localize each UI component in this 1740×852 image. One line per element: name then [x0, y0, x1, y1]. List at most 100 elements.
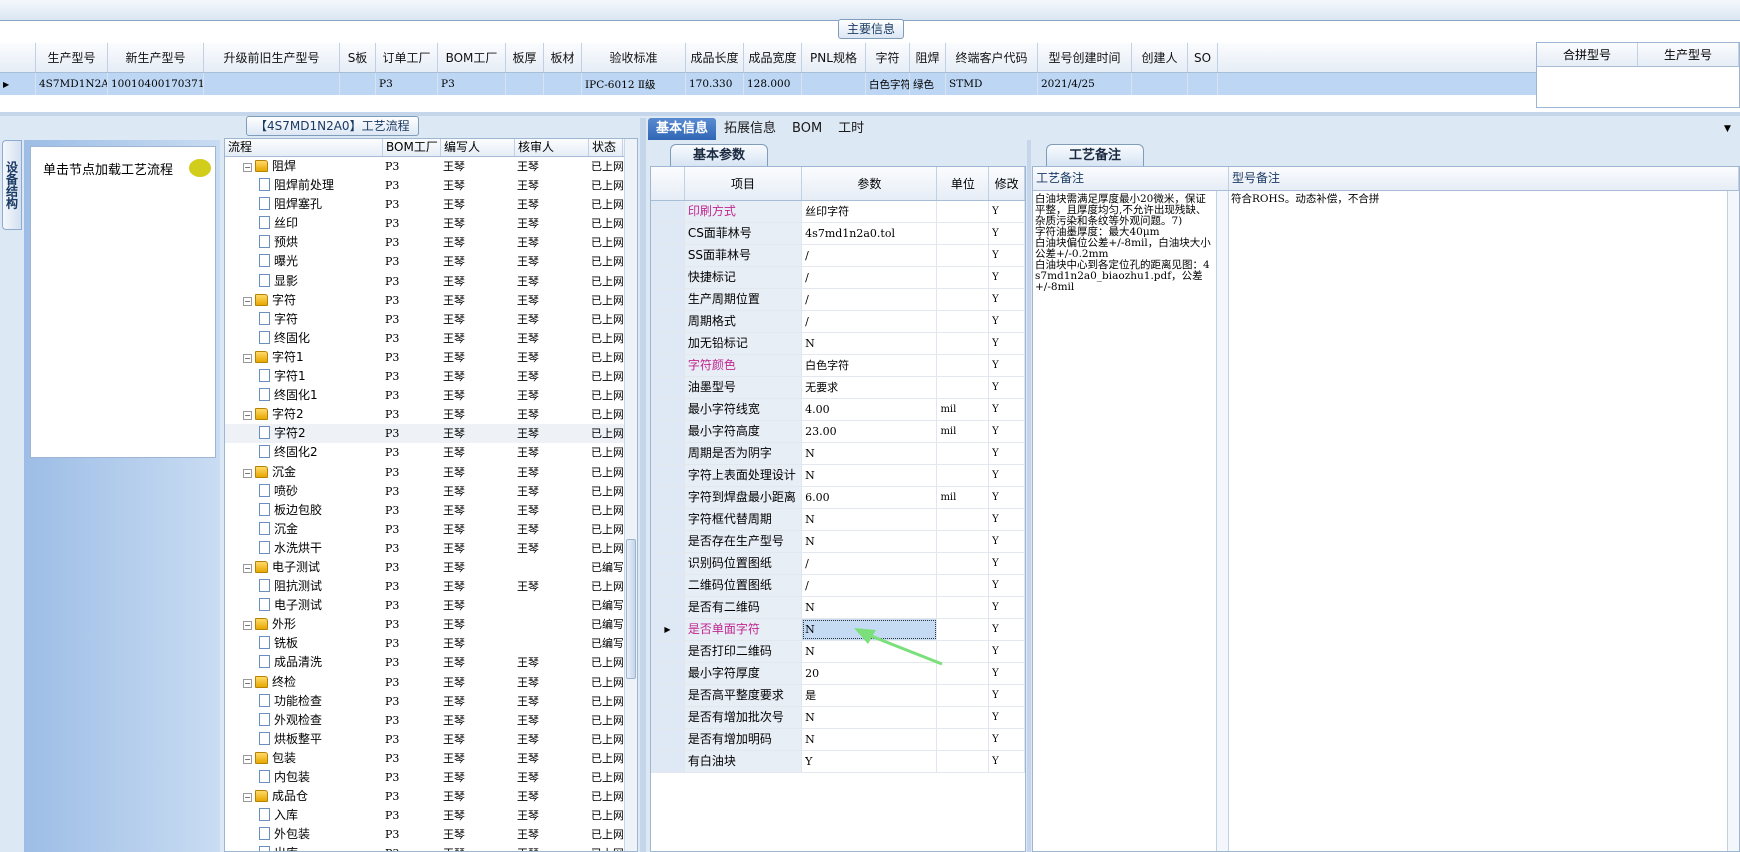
param-value[interactable]: N: [802, 729, 938, 750]
param-row[interactable]: 最小字符厚度 20 Y: [651, 663, 1025, 685]
main-col-header[interactable]: 升级前旧生产型号: [204, 43, 340, 72]
main-col-header[interactable]: 成品宽度: [744, 43, 802, 72]
tree-node[interactable]: 阻焊前处理: [225, 176, 383, 195]
main-info-row[interactable]: ▶ 4S7MD1N2A0 10010400170371 P3 P3 IPC-6012 Ⅱ级…: [0, 73, 1536, 95]
param-value[interactable]: /: [802, 267, 938, 288]
param-value[interactable]: /: [802, 311, 938, 332]
main-cell[interactable]: P3: [438, 73, 506, 95]
param-value[interactable]: 丝印字符: [802, 201, 938, 222]
tree-row[interactable]: 电子测试 P3 王琴 已编写: [225, 596, 637, 615]
tree-row[interactable]: 字符2 P3 王琴 王琴 已上网: [225, 424, 637, 444]
tree-row[interactable]: 终固化1 P3 王琴 王琴 已上网: [225, 386, 637, 405]
main-col-header[interactable]: SO: [1188, 43, 1218, 72]
note-scrollbar[interactable]: [1217, 191, 1229, 851]
param-row[interactable]: 油墨型号 无要求 Y: [651, 377, 1025, 399]
param-value[interactable]: N: [802, 707, 938, 728]
tree-row[interactable]: 曝光 P3 王琴 王琴 已上网: [225, 252, 637, 271]
tree-node[interactable]: 板边包胶: [225, 501, 383, 520]
main-cell[interactable]: 128.000: [744, 73, 802, 95]
main-col-header[interactable]: 字符: [866, 43, 910, 72]
param-col-header[interactable]: 修改: [989, 167, 1025, 200]
tree-node[interactable]: − 电子测试: [225, 558, 383, 577]
collapse-icon[interactable]: −: [243, 793, 252, 803]
tree-node[interactable]: 阻抗测试: [225, 577, 383, 596]
tree-row[interactable]: 功能检查 P3 王琴 王琴 已上网: [225, 692, 637, 711]
tree-row[interactable]: − 外形 P3 王琴 已编写: [225, 615, 637, 634]
tree-col-header[interactable]: 编写人: [441, 139, 515, 156]
param-row[interactable]: 最小字符线宽 4.00 mil Y: [651, 399, 1025, 421]
main-col-header[interactable]: 创建人: [1132, 43, 1188, 72]
param-value[interactable]: /: [802, 245, 938, 266]
tree-node[interactable]: − 成品仓: [225, 787, 383, 806]
tree-node[interactable]: 水洗烘干: [225, 539, 383, 558]
param-row[interactable]: 字符框代替周期 N Y: [651, 509, 1025, 531]
tree-node[interactable]: 内包装: [225, 768, 383, 787]
main-col-header[interactable]: S板: [340, 43, 376, 72]
main-cell[interactable]: [506, 73, 544, 95]
tree-row[interactable]: − 字符 P3 王琴 王琴 已上网: [225, 291, 637, 310]
main-col-header[interactable]: 终端客户代码: [946, 43, 1038, 72]
tree-node[interactable]: 终固化1: [225, 386, 383, 405]
tree-node[interactable]: 字符1: [225, 367, 383, 386]
param-row[interactable]: 识别码位置图纸 / Y: [651, 553, 1025, 575]
param-value[interactable]: N: [802, 443, 938, 464]
param-value[interactable]: 6.00: [802, 487, 938, 508]
tree-node[interactable]: 终固化2: [225, 443, 383, 462]
main-cell[interactable]: [544, 73, 582, 95]
param-row[interactable]: 是否高平整度要求是 Y: [651, 685, 1025, 707]
param-row[interactable]: 快捷标记 / Y: [651, 267, 1025, 289]
main-col-header[interactable]: PNL规格: [802, 43, 866, 72]
param-row[interactable]: 字符上表面处理设计 N Y: [651, 465, 1025, 487]
tree-row[interactable]: 水洗烘干 P3 王琴 王琴 已上网: [225, 539, 637, 558]
main-col-header[interactable]: 板材: [544, 43, 582, 72]
tree-node[interactable]: 显影: [225, 272, 383, 291]
tree-row[interactable]: 出库P3王琴王琴已上网: [225, 844, 637, 851]
param-value[interactable]: 4.00: [802, 399, 938, 420]
main-cell[interactable]: [204, 73, 340, 95]
collapse-icon[interactable]: −: [243, 754, 252, 764]
tree-node[interactable]: 成品清洗: [225, 653, 383, 672]
param-value[interactable]: 是: [802, 685, 938, 706]
param-value[interactable]: 23.00: [802, 421, 938, 442]
main-col-header[interactable]: 验收标准: [582, 43, 686, 72]
param-row[interactable]: 最小字符高度 23.00 mil Y: [651, 421, 1025, 443]
main-col-header[interactable]: 阻焊: [910, 43, 946, 72]
process-tree-scrollbar[interactable]: [624, 139, 637, 851]
param-row[interactable]: 加无铅标记 N Y: [651, 333, 1025, 355]
tree-node[interactable]: 外包装: [225, 825, 383, 844]
main-cell[interactable]: 170.330: [686, 73, 744, 95]
model-note-scrollbar[interactable]: [1727, 191, 1739, 851]
param-col-header[interactable]: 项目: [685, 167, 803, 200]
tree-node[interactable]: 入库: [225, 806, 383, 825]
collapse-icon[interactable]: −: [243, 563, 252, 573]
collapse-icon[interactable]: −: [243, 296, 252, 306]
main-cell[interactable]: P3: [376, 73, 438, 95]
param-row[interactable]: 是否有增加批次号 N Y: [651, 707, 1025, 729]
tab-0[interactable]: 基本信息: [648, 118, 717, 140]
tree-row[interactable]: − 电子测试 P3 王琴 已编写: [225, 558, 637, 577]
tree-node[interactable]: 电子测试: [225, 596, 383, 615]
param-value[interactable]: 4s7md1n2a0.tol: [802, 223, 938, 244]
main-col-header[interactable]: 型号创建时间: [1038, 43, 1132, 72]
process-note-text[interactable]: 白油块需满足厚度最小20微米，保证平整，且厚度均匀,不允许出现残缺、杂质污染和条…: [1033, 191, 1217, 851]
tree-row[interactable]: 字符 P3 王琴 王琴 已上网: [225, 310, 637, 329]
param-value[interactable]: /: [802, 289, 938, 310]
tree-col-header[interactable]: 核审人: [515, 139, 589, 156]
main-cell[interactable]: 2021/4/25: [1038, 73, 1132, 95]
param-row[interactable]: ▶ 是否单面字符 N Y: [651, 619, 1025, 641]
param-value[interactable]: N: [802, 333, 938, 354]
tree-node[interactable]: 功能检查: [225, 692, 383, 711]
tree-node[interactable]: − 外形: [225, 615, 383, 634]
tree-row[interactable]: 终固化 P3 王琴 王琴 已上网: [225, 329, 637, 348]
tree-node[interactable]: − 包装: [225, 749, 383, 768]
main-cell[interactable]: [1188, 73, 1218, 95]
tree-col-header[interactable]: 流程: [225, 139, 383, 156]
tree-row[interactable]: 内包装 P3 王琴 王琴 已上网: [225, 768, 637, 787]
tree-row[interactable]: − 沉金 P3 王琴 王琴 已上网: [225, 463, 637, 482]
param-row[interactable]: 是否存在生产型号 N Y: [651, 531, 1025, 553]
tree-row[interactable]: 沉金 P3 王琴 王琴 已上网: [225, 520, 637, 539]
collapse-icon[interactable]: −: [243, 621, 252, 631]
tree-row[interactable]: 阻焊塞孔 P3 王琴 王琴 已上网: [225, 195, 637, 214]
tree-row[interactable]: 终固化2 P3 王琴 王琴 已上网: [225, 443, 637, 462]
param-row[interactable]: CS面菲林号 4s7md1n2a0.tol Y: [651, 223, 1025, 245]
